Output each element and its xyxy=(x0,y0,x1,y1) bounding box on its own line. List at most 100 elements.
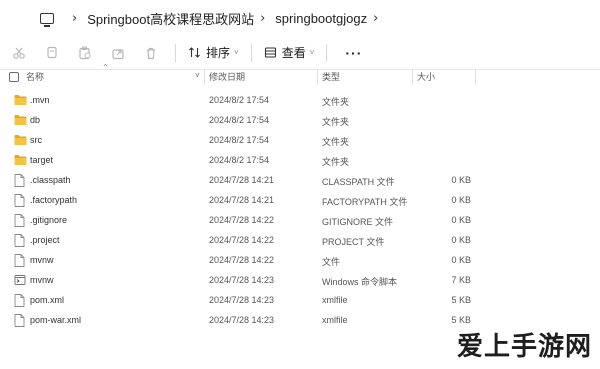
file-icon xyxy=(14,214,26,227)
file-row[interactable]: .project 2024/7/28 14:22 PROJECT 文件 0 KB xyxy=(0,230,600,250)
file-modified-date: 2024/7/28 14:23 xyxy=(209,295,275,305)
watermark-logo: 爱上手游网 xyxy=(456,331,592,361)
file-icon xyxy=(14,254,26,267)
file-type: PROJECT 文件 xyxy=(322,237,385,247)
file-row[interactable]: target 2024/8/2 17:54 文件夹 xyxy=(0,150,600,170)
column-divider[interactable] xyxy=(317,69,318,85)
file-icon xyxy=(14,174,26,187)
paste-icon[interactable] xyxy=(74,42,96,64)
file-type: 文件夹 xyxy=(322,97,350,107)
folder-icon xyxy=(14,114,27,126)
file-modified-date: 2024/7/28 14:21 xyxy=(209,175,275,185)
file-icon xyxy=(14,294,26,307)
sort-button-label: 排序 xyxy=(206,46,231,60)
file-modified-date: 2024/8/2 17:54 xyxy=(209,95,270,105)
file-modified-date: 2024/7/28 14:22 xyxy=(209,235,275,245)
more-options-button[interactable]: ··· xyxy=(345,45,362,61)
sort-icon xyxy=(189,47,200,58)
file-name: target xyxy=(30,155,54,165)
column-header-size[interactable]: 大小 xyxy=(417,70,435,83)
file-name: .mvn xyxy=(30,95,50,105)
file-type: 文件 xyxy=(322,257,341,267)
file-row[interactable]: .factorypath 2024/7/28 14:21 FACTORYPATH 文… xyxy=(0,190,600,210)
file-row[interactable]: mvnw 2024/7/28 14:22 文件 0 KB xyxy=(0,250,600,270)
file-name: mvnw xyxy=(30,255,54,265)
chevron-right-icon[interactable]: › xyxy=(260,11,265,26)
file-modified-date: 2024/8/2 17:54 xyxy=(209,155,270,165)
file-modified-date: 2024/7/28 14:23 xyxy=(209,315,275,325)
file-row[interactable]: pom.xml 2024/7/28 14:23 xmlfile 5 KB xyxy=(0,290,600,310)
column-divider[interactable] xyxy=(475,69,476,85)
file-size: 0 KB xyxy=(451,215,471,225)
column-header-name[interactable]: 名称 xyxy=(26,70,44,83)
chevron-down-icon: ˅ xyxy=(309,48,315,57)
column-header-type[interactable]: 类型 xyxy=(322,70,340,83)
toolbar-divider xyxy=(326,43,328,62)
view-button-label: 查看 xyxy=(281,46,306,60)
chevron-down-icon[interactable]: ˅ xyxy=(195,71,200,80)
breadcrumb-item-current-folder[interactable]: springbootgjogz xyxy=(275,11,367,26)
file-size: 5 KB xyxy=(451,295,471,305)
file-modified-date: 2024/7/28 14:21 xyxy=(209,195,275,205)
file-row[interactable]: db 2024/8/2 17:54 文件夹 xyxy=(0,110,600,130)
chevron-down-icon: ˅ xyxy=(234,48,239,57)
chevron-right-icon[interactable]: › xyxy=(72,11,77,26)
delete-icon[interactable] xyxy=(140,42,162,64)
column-header-date[interactable]: 修改日期 xyxy=(209,70,245,83)
file-size: 5 KB xyxy=(451,315,471,325)
folder-icon xyxy=(14,94,27,106)
file-row[interactable]: mvnw 2024/7/28 14:23 Windows 命令脚本 7 KB xyxy=(0,270,600,290)
file-modified-date: 2024/8/2 17:54 xyxy=(209,115,270,125)
column-divider[interactable] xyxy=(412,69,413,85)
file-type: CLASSPATH 文件 xyxy=(322,177,395,187)
view-icon xyxy=(264,47,276,58)
chevron-right-icon[interactable]: › xyxy=(373,11,378,26)
file-modified-date: 2024/7/28 14:22 xyxy=(209,255,275,265)
script-file-icon xyxy=(14,274,26,286)
file-icon xyxy=(14,314,26,327)
file-name: pom.xml xyxy=(30,295,65,305)
file-type: FACTORYPATH 文件 xyxy=(322,197,408,207)
file-type: xmlfile xyxy=(322,315,348,325)
file-type: xmlfile xyxy=(322,295,348,305)
file-name: .classpath xyxy=(30,175,71,185)
toolbar-divider xyxy=(250,43,252,62)
file-name: src xyxy=(30,135,42,145)
folder-icon xyxy=(14,154,27,166)
cut-icon[interactable] xyxy=(8,42,30,64)
file-row[interactable]: .mvn 2024/8/2 17:54 文件夹 xyxy=(0,90,600,110)
file-modified-date: 2024/8/2 17:54 xyxy=(209,135,270,145)
file-type: Windows 命令脚本 xyxy=(322,277,398,287)
share-icon[interactable] xyxy=(107,42,129,64)
file-type: 文件夹 xyxy=(322,157,350,167)
copy-icon[interactable] xyxy=(41,42,63,64)
column-divider[interactable] xyxy=(204,69,205,85)
file-modified-date: 2024/7/28 14:22 xyxy=(209,215,275,225)
file-icon xyxy=(14,194,26,207)
file-row[interactable]: .gitignore 2024/7/28 14:22 GITIGNORE 文件 0 K… xyxy=(0,210,600,230)
file-size: 0 KB xyxy=(451,255,471,265)
file-name: pom-war.xml xyxy=(30,315,82,325)
view-button[interactable]: 查看 ˅ xyxy=(260,41,319,65)
file-icon xyxy=(14,234,26,247)
file-name: mvnw xyxy=(30,275,54,285)
file-list: .mvn 2024/8/2 17:54 文件夹 db 2024/8/2 17:54 文件夹… xyxy=(0,90,600,330)
file-type: 文件夹 xyxy=(322,117,350,127)
file-size: 7 KB xyxy=(451,275,471,285)
file-type: 文件夹 xyxy=(322,137,350,147)
file-size: 0 KB xyxy=(451,195,471,205)
breadcrumb-item-project-root[interactable]: Springboot高校课程思政网站 xyxy=(87,9,254,28)
command-bar: 排序 ˅ 查看 ˅ ··· xyxy=(0,36,600,70)
file-name: .factorypath xyxy=(30,195,78,205)
file-name: db xyxy=(30,115,41,125)
file-type: GITIGNORE 文件 xyxy=(322,217,394,227)
sort-button[interactable]: 排序 ˅ xyxy=(184,41,243,65)
this-pc-icon[interactable] xyxy=(40,12,54,27)
file-name: .project xyxy=(30,235,60,245)
file-modified-date: 2024/7/28 14:23 xyxy=(209,275,275,285)
select-all-checkbox[interactable] xyxy=(9,72,19,82)
breadcrumb: › Springboot高校课程思政网站 › springbootgjogz › xyxy=(0,0,600,36)
column-header-row: 名称 ⌃ ˅ 修改日期 类型 大小 xyxy=(0,63,600,88)
file-row[interactable]: .classpath 2024/7/28 14:21 CLASSPATH 文件 0 K… xyxy=(0,170,600,190)
file-row[interactable]: src 2024/8/2 17:54 文件夹 xyxy=(0,130,600,150)
